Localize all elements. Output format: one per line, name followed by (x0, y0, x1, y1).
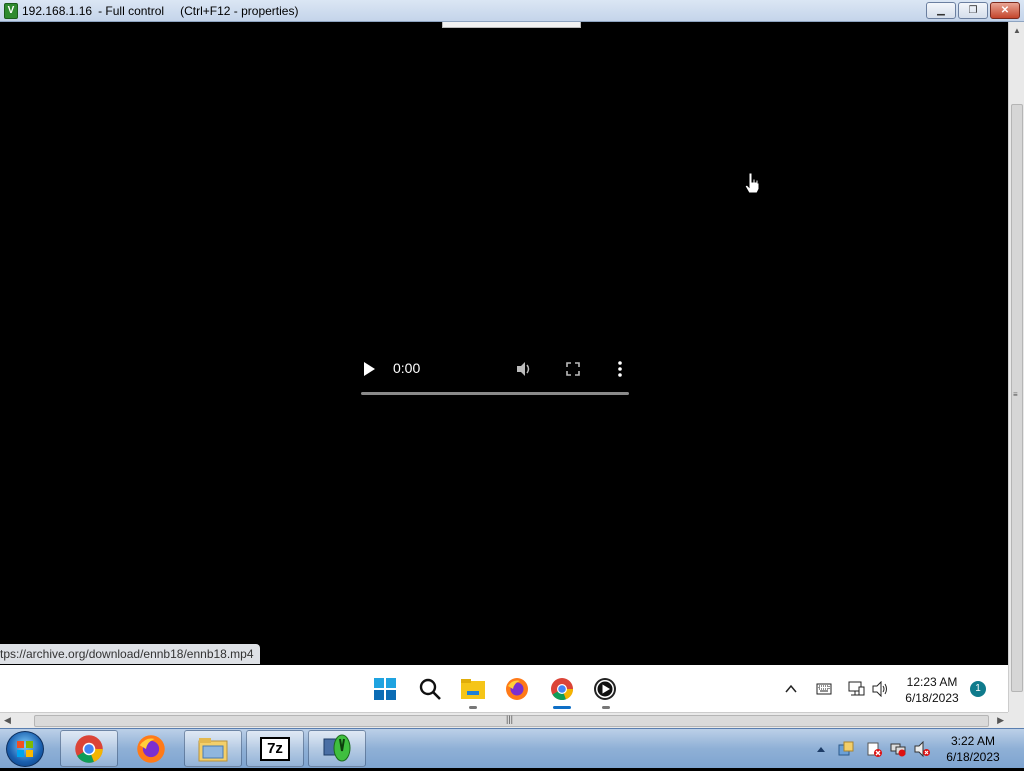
windows-logo-icon (17, 741, 33, 757)
taskbar-7zip-button[interactable]: 7z (246, 730, 304, 767)
taskbar-chrome-button[interactable] (60, 730, 118, 767)
restore-button[interactable]: ❐ (958, 2, 988, 19)
volume-icon[interactable] (515, 360, 533, 378)
scroll-up-arrow-icon[interactable]: ▲ (1013, 26, 1021, 35)
firefox-icon[interactable] (504, 676, 530, 702)
scroll-right-arrow-icon[interactable]: ▶ (997, 715, 1004, 726)
hand-cursor-icon (744, 172, 760, 194)
status-bar-url: tps://archive.org/download/ennb18/ennb18… (0, 644, 260, 664)
video-player-controls: 0:00 (361, 355, 629, 399)
window-title-mode: - Full control (98, 3, 165, 18)
chevron-up-icon[interactable] (784, 682, 798, 696)
remote-connection-bar-tab[interactable] (442, 22, 581, 28)
close-button[interactable]: ✕ (990, 2, 1020, 19)
scroll-left-arrow-icon[interactable]: ◀ (4, 715, 11, 726)
file-explorer-icon (198, 737, 228, 761)
horizontal-scrollbar[interactable]: ◀ ||| ▶ (0, 712, 1008, 728)
remote-clock[interactable]: 12:23 AM 6/18/2023 (896, 674, 968, 706)
more-options-icon[interactable] (615, 360, 625, 378)
action-center-warning-icon[interactable] (866, 741, 882, 757)
local-taskbar: 7z 3:22 AM 6/18/2023 (0, 728, 1024, 768)
windows-start-icon[interactable] (372, 676, 398, 702)
chrome-icon (75, 734, 103, 763)
tray-app-icon[interactable] (838, 741, 854, 757)
vertical-scrollbar[interactable]: ▲ ≡ (1008, 22, 1024, 712)
scroll-grip-icon: ||| (506, 714, 514, 724)
taskbar-firefox-button[interactable] (122, 730, 180, 767)
local-clock-date: 6/18/2023 (946, 750, 1000, 764)
start-button[interactable] (6, 731, 44, 767)
media-player-icon[interactable] (592, 676, 618, 702)
local-clock-time: 3:22 AM (950, 734, 996, 748)
remote-taskbar: 12:23 AM 6/18/2023 1 (0, 665, 1008, 712)
taskbar-explorer-button[interactable] (184, 730, 242, 767)
volume-icon[interactable] (871, 681, 889, 697)
remote-clock-date: 6/18/2023 (905, 691, 959, 705)
video-time: 0:00 (393, 360, 421, 376)
7zip-icon: 7z (260, 736, 290, 761)
network-disconnected-icon[interactable] (890, 741, 906, 757)
keyboard-icon[interactable] (816, 682, 832, 696)
vnc-app-icon[interactable]: V (4, 2, 18, 19)
firefox-icon (137, 734, 165, 763)
viewer-title-bar[interactable]: V 192.168.1.16 - Full control (Ctrl+F12 … (0, 0, 1024, 22)
media-player-running-indicator (602, 706, 610, 709)
volume-muted-icon[interactable] (914, 741, 930, 757)
chrome-active-indicator (553, 706, 571, 709)
video-progress-bar[interactable] (361, 392, 629, 395)
scroll-grip-icon: ≡ (1013, 390, 1018, 399)
play-icon[interactable] (361, 361, 377, 377)
remote-clock-time: 12:23 AM (906, 675, 958, 689)
search-icon[interactable] (417, 676, 443, 702)
remote-screen[interactable]: 0:00 tps://archive.org/download/ennb18/e… (0, 22, 1008, 712)
window-title-ip: 192.168.1.16 (22, 3, 93, 18)
file-explorer-icon[interactable] (460, 676, 486, 702)
show-hidden-icons-icon[interactable] (816, 745, 826, 753)
local-clock[interactable]: 3:22 AM 6/18/2023 (938, 733, 1008, 765)
window-title-hint: (Ctrl+F12 - properties) (180, 3, 299, 18)
fullscreen-icon[interactable] (565, 361, 581, 377)
explorer-running-indicator (469, 706, 477, 709)
vnc-viewer-icon (323, 734, 351, 761)
scrollbar-corner (1008, 712, 1024, 728)
network-icon[interactable] (847, 680, 865, 698)
chrome-icon[interactable] (549, 676, 575, 702)
taskbar-vnc-button[interactable] (308, 730, 366, 767)
minimize-button[interactable]: ▁ (926, 2, 956, 19)
notification-badge[interactable]: 1 (970, 681, 986, 697)
